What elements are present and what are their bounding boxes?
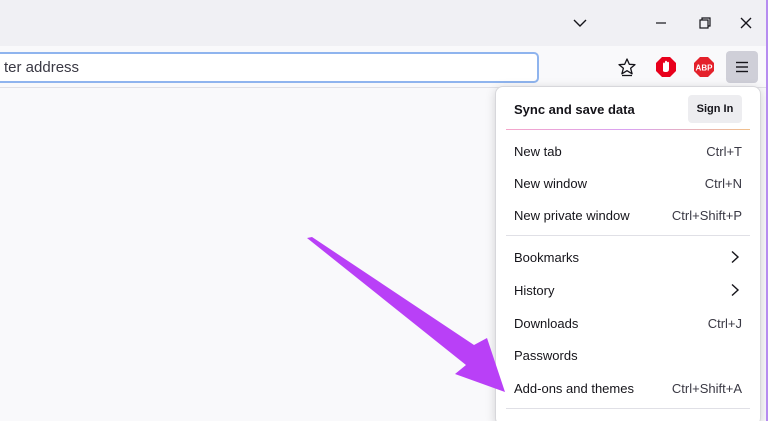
restore-icon <box>699 17 711 29</box>
close-icon <box>740 17 752 29</box>
close-window-button[interactable] <box>731 8 761 38</box>
menu-item-new-tab[interactable]: New tab Ctrl+T <box>496 135 760 167</box>
hamburger-menu-icon <box>736 61 748 73</box>
sync-divider <box>506 129 750 130</box>
url-input[interactable] <box>4 59 537 76</box>
menu-item-shortcut: Ctrl+T <box>706 143 742 159</box>
sync-title: Sync and save data <box>514 102 635 117</box>
menu-item-shortcut: Ctrl+N <box>704 175 742 191</box>
menu-item-shortcut: Ctrl+J <box>707 315 742 331</box>
menu-item-shortcut: Ctrl+Shift+P <box>671 207 742 223</box>
menu-item-new-private-window[interactable]: New private window Ctrl+Shift+P <box>496 199 760 231</box>
menu-item-new-window[interactable]: New window Ctrl+N <box>496 167 760 199</box>
menu-item-passwords[interactable]: Passwords <box>496 339 760 371</box>
menu-item-bookmarks[interactable]: Bookmarks <box>496 241 760 273</box>
minimize-icon <box>656 22 666 24</box>
svg-text:ABP: ABP <box>696 64 714 73</box>
menu-item-label: New private window <box>514 207 630 223</box>
menu-item-label: Bookmarks <box>514 249 580 265</box>
bookmark-star-icon <box>618 58 636 77</box>
url-bar[interactable] <box>0 52 539 83</box>
menu-item-label: Add-ons and themes <box>514 380 634 396</box>
adblock-plus-button[interactable]: ABP <box>688 51 720 83</box>
sync-header: Sync and save data Sign In <box>496 87 760 131</box>
ublock-origin-icon <box>656 57 676 77</box>
restore-button[interactable] <box>690 8 720 38</box>
adblock-plus-icon: ABP <box>694 57 714 77</box>
chevron-down-icon <box>573 19 587 27</box>
menu-item-history[interactable]: History <box>496 274 760 306</box>
menu-item-label: New window <box>514 175 587 191</box>
menu-item-label: Downloads <box>514 315 579 331</box>
app-menu-panel: Sync and save data Sign In New tab Ctrl+… <box>495 86 761 421</box>
nav-toolbar: ABP <box>0 46 768 88</box>
bookmark-page-button[interactable] <box>611 51 643 83</box>
title-bar <box>0 0 768 46</box>
minimize-button[interactable] <box>646 8 676 38</box>
menu-item-shortcut: Ctrl+Shift+A <box>671 380 742 396</box>
menu-item-add-ons-and-themes[interactable]: Add-ons and themes Ctrl+Shift+A <box>496 372 760 404</box>
sign-in-button[interactable]: Sign In <box>688 95 742 123</box>
menu-item-label: New tab <box>514 143 562 159</box>
chevron-right-icon <box>731 250 740 264</box>
ublock-origin-button[interactable] <box>650 51 682 83</box>
menu-divider <box>506 235 750 236</box>
chevron-right-icon <box>731 283 740 297</box>
app-menu-button[interactable] <box>726 51 758 83</box>
menu-divider <box>506 408 750 409</box>
menu-item-label: History <box>514 282 555 298</box>
menu-item-label: Passwords <box>514 347 578 363</box>
menu-item-downloads[interactable]: Downloads Ctrl+J <box>496 307 760 339</box>
list-all-tabs-button[interactable] <box>565 8 595 38</box>
